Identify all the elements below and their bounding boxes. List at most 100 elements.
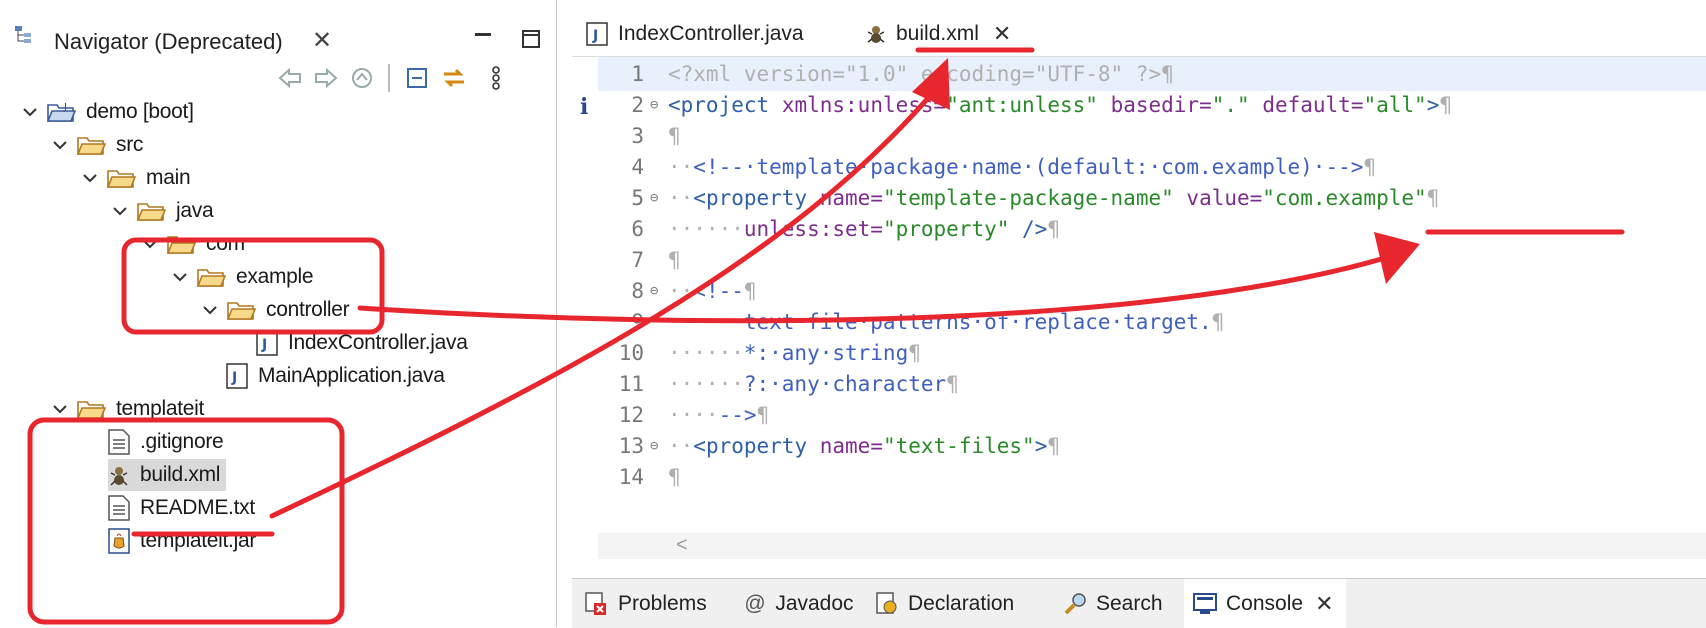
- tab-console[interactable]: Console ✕: [1184, 579, 1346, 628]
- line-number: 2: [631, 93, 644, 117]
- view-menu-icon[interactable]: [482, 64, 510, 92]
- folder-icon: [196, 269, 226, 287]
- maximize-icon[interactable]: [522, 30, 540, 48]
- tab-label: Javadoc: [775, 591, 854, 615]
- scroll-left-arrow-icon[interactable]: <: [676, 534, 688, 557]
- tab-javadoc[interactable]: @ Javadoc: [744, 579, 854, 628]
- tab-label: Declaration: [908, 591, 1015, 615]
- code-line[interactable]: 6 ······ unless:set= "property" /> ¶: [598, 212, 1706, 246]
- tree-item[interactable]: Jdemo [boot]: [20, 96, 194, 128]
- forward-arrow-icon[interactable]: [312, 64, 340, 92]
- chevron-down-icon[interactable]: [200, 300, 220, 320]
- folder-icon: [76, 137, 106, 155]
- tree-item[interactable]: src: [50, 129, 143, 161]
- line-number: 4: [631, 155, 644, 179]
- tree-item[interactable]: main: [80, 162, 191, 194]
- code-token: ¶: [668, 124, 681, 148]
- code-line[interactable]: 14 ¶: [598, 460, 1706, 494]
- tab-indexcontroller[interactable]: J IndexController.java: [586, 12, 836, 56]
- tree-item[interactable]: build.xml: [108, 459, 227, 491]
- fold-toggle-icon[interactable]: ⊖: [650, 97, 668, 113]
- navigator-close-icon[interactable]: ✕: [312, 29, 332, 53]
- collapse-all-icon[interactable]: [404, 64, 432, 92]
- tree-item[interactable]: java: [110, 195, 214, 227]
- tree-item-label: src: [116, 133, 144, 156]
- navigator-title[interactable]: Navigator (Deprecated): [54, 29, 283, 55]
- chevron-down-icon[interactable]: [80, 168, 100, 188]
- code-token: ?>: [1135, 62, 1162, 86]
- fold-toggle-icon[interactable]: ⊖: [650, 438, 668, 454]
- code-line[interactable]: 13 ⊖ ·· <property name= "text-files" > ¶: [598, 429, 1706, 463]
- code-token: />: [1022, 217, 1048, 241]
- svg-text:J: J: [592, 28, 598, 44]
- code-token: ¶: [1047, 434, 1060, 458]
- tab-search[interactable]: Search: [1062, 579, 1163, 628]
- info-marker-icon[interactable]: i: [580, 94, 588, 120]
- tree-item[interactable]: templateit: [50, 393, 204, 425]
- link-editor-icon[interactable]: [440, 64, 468, 92]
- code-token: "com.example": [1262, 186, 1427, 210]
- code-token: ¶: [1211, 310, 1225, 334]
- code-line[interactable]: 7 ¶: [598, 243, 1706, 277]
- tree-item[interactable]: controller: [200, 294, 350, 326]
- declaration-icon: [876, 591, 897, 614]
- chevron-down-icon[interactable]: [140, 234, 160, 254]
- minimize-icon[interactable]: [474, 26, 492, 46]
- tree-item-label: README.txt: [140, 496, 255, 519]
- code-line[interactable]: 1 <?xml version="1.0" encoding="UTF-8" ?>…: [598, 57, 1706, 91]
- tree-item-label: main: [146, 166, 191, 189]
- code-line[interactable]: 3 ¶: [598, 119, 1706, 153]
- code-line[interactable]: 5 ⊖ ·· <property name= "template-package-nam…: [598, 181, 1706, 215]
- chevron-down-icon[interactable]: [110, 201, 130, 221]
- tab-problems[interactable]: Problems: [584, 579, 707, 628]
- tree-item-label: .gitignore: [140, 430, 224, 453]
- text-file-icon: [108, 429, 130, 455]
- tab-close-icon[interactable]: ✕: [993, 21, 1011, 47]
- code-token: "ant:unless": [946, 93, 1098, 117]
- code-line[interactable]: 10 ······ *:·any·string ¶: [598, 336, 1706, 370]
- back-arrow-icon[interactable]: [276, 64, 304, 92]
- code-token: encoding="UTF-8": [920, 62, 1124, 86]
- fold-toggle-icon[interactable]: ⊖: [650, 283, 668, 299]
- java-file-icon: J: [256, 330, 278, 356]
- line-number: 9: [631, 310, 644, 334]
- chevron-down-icon[interactable]: [170, 267, 190, 287]
- tab-label: IndexController.java: [618, 22, 804, 45]
- tab-declaration[interactable]: Declaration: [874, 579, 1014, 628]
- tree-item[interactable]: example: [170, 261, 314, 293]
- code-line[interactable]: 4 ·· <!--·template·package·name·(default:·…: [598, 150, 1706, 184]
- tab-build-xml[interactable]: build.xml ✕: [846, 12, 1024, 56]
- tree-item[interactable]: .gitignore: [108, 426, 224, 458]
- folder-icon: [76, 401, 106, 419]
- code-line[interactable]: 11 ······ ?:·any·character ¶: [598, 367, 1706, 401]
- code-line[interactable]: 9 ······ text·file·patterns·of·replace·tar…: [598, 305, 1706, 339]
- tree-item[interactable]: README.txt: [108, 492, 255, 524]
- code-line[interactable]: 8 ⊖ ·· <!-- ¶: [598, 274, 1706, 308]
- tree-item[interactable]: J MainApplication.java: [226, 360, 445, 392]
- tab-close-icon[interactable]: ✕: [1315, 591, 1333, 617]
- at-icon: @: [744, 591, 766, 615]
- code-editor[interactable]: 1 <?xml version="1.0" encoding="UTF-8" ?>…: [598, 57, 1706, 533]
- code-token: value=: [1186, 186, 1263, 210]
- tree-item[interactable]: templateit.jar: [108, 525, 256, 557]
- code-token: default=: [1262, 93, 1364, 117]
- folder-icon: [136, 203, 166, 221]
- chevron-down-icon[interactable]: [50, 135, 70, 155]
- horizontal-scrollbar[interactable]: [598, 533, 1706, 559]
- code-token: ······: [668, 341, 744, 365]
- chevron-down-icon[interactable]: [20, 102, 40, 122]
- code-line[interactable]: 12 ···· --> ¶: [598, 398, 1706, 432]
- problems-icon: [585, 591, 606, 615]
- up-folder-icon[interactable]: [348, 64, 376, 92]
- fold-toggle-icon[interactable]: ⊖: [650, 190, 668, 206]
- code-token: >: [1426, 93, 1440, 117]
- tree-item[interactable]: com: [140, 228, 245, 260]
- chevron-down-icon[interactable]: [50, 399, 70, 419]
- code-token: >: [1034, 434, 1048, 458]
- tree-item[interactable]: J IndexController.java: [256, 327, 468, 359]
- tree-item-label: MainApplication.java: [258, 364, 445, 387]
- code-line[interactable]: 2 ⊖ <project xmlns:unless= "ant:unless" bas…: [598, 88, 1706, 122]
